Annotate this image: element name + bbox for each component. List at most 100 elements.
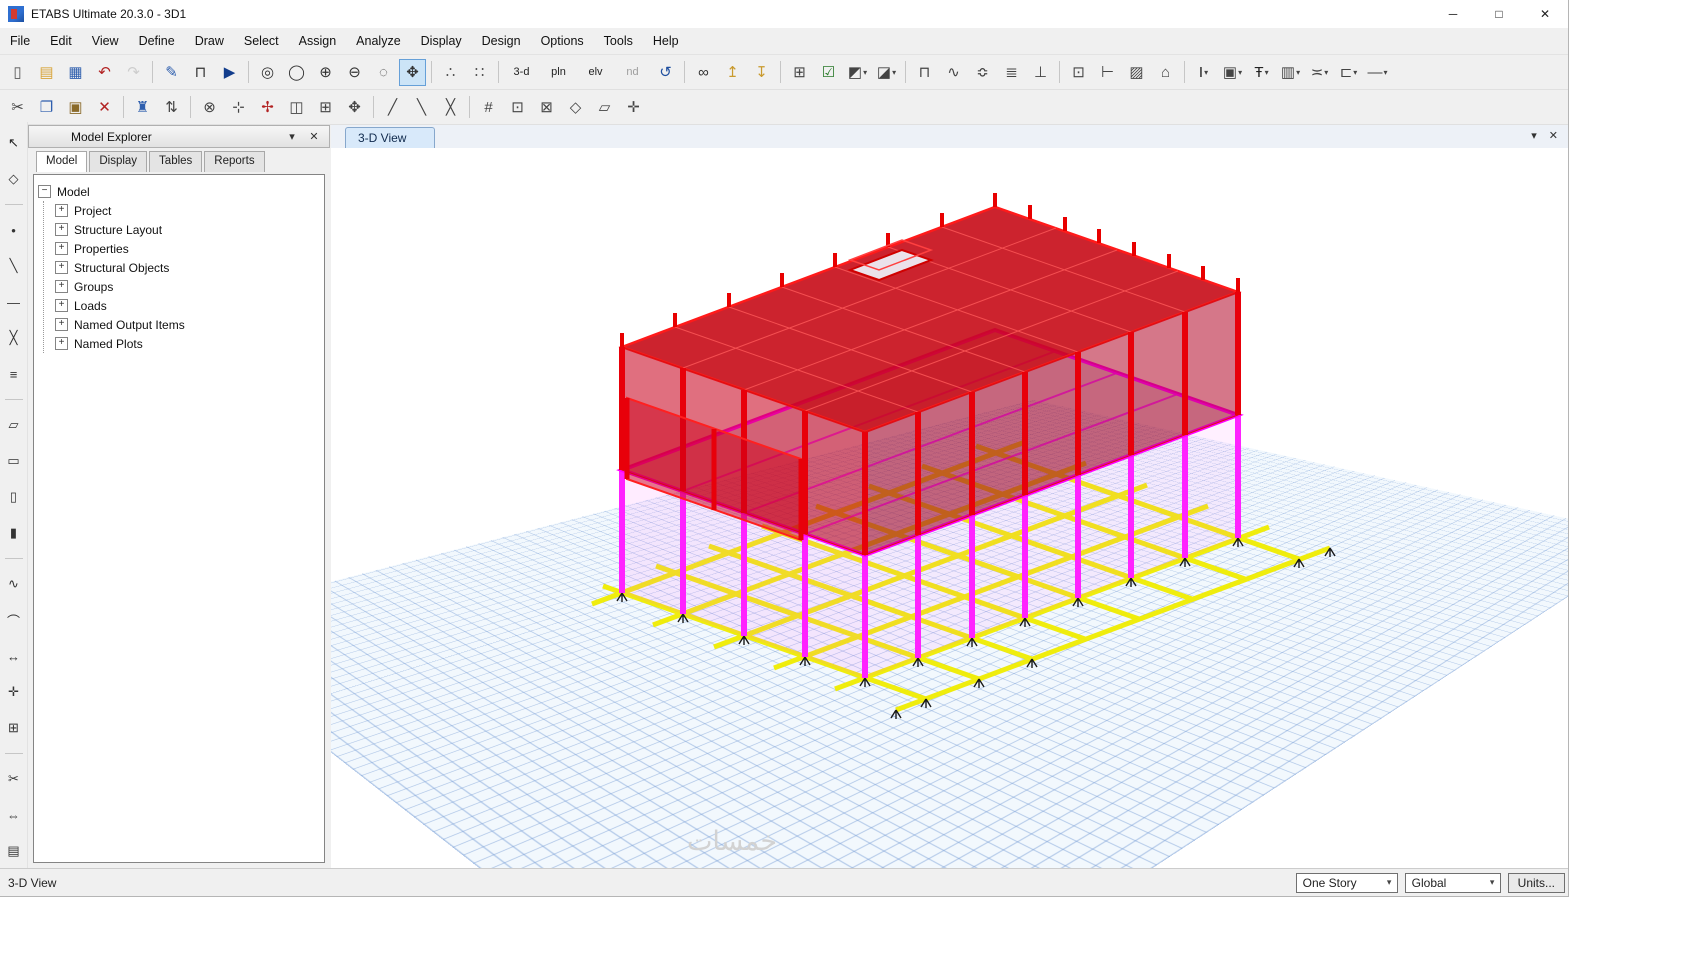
get-previous-selection-button[interactable]: ◩ ▾ bbox=[844, 59, 871, 86]
snap-to-points-button[interactable]: ∴ bbox=[437, 59, 464, 86]
expand-icon[interactable]: + bbox=[55, 261, 68, 274]
menu-draw[interactable]: Draw bbox=[185, 29, 234, 53]
tree-node-structural-objects[interactable]: + Structural Objects bbox=[55, 258, 320, 277]
offset-shells-button[interactable]: ▱ bbox=[591, 94, 618, 121]
tree-node-project[interactable]: + Project bbox=[55, 201, 320, 220]
menu-assign[interactable]: Assign bbox=[289, 29, 347, 53]
edit-grids-button[interactable]: ⊞ bbox=[312, 94, 339, 121]
view-list-chevron-icon[interactable]: ▾ bbox=[1531, 129, 1537, 142]
quick-draw-frame-button[interactable]: ― bbox=[2, 291, 26, 313]
chevron-down-icon[interactable]: ▾ bbox=[1382, 877, 1397, 888]
menu-help[interactable]: Help bbox=[643, 29, 689, 53]
pan-button[interactable]: ✥ bbox=[399, 58, 426, 86]
story-settings-button[interactable]: ⌂ bbox=[1152, 59, 1179, 86]
run-analysis-button[interactable]: ▶ bbox=[216, 59, 243, 86]
trim-frames-button[interactable]: ╲ bbox=[408, 94, 435, 121]
tree-node-named-plots[interactable]: + Named Plots bbox=[55, 334, 320, 353]
draw-section-cut-button[interactable]: ✂ bbox=[2, 768, 26, 790]
3d-viewport[interactable]: خمسات bbox=[331, 148, 1568, 868]
story-down-button[interactable]: ↧ bbox=[748, 59, 775, 86]
tab-tables[interactable]: Tables bbox=[149, 151, 203, 172]
expand-icon[interactable]: + bbox=[55, 280, 68, 293]
select-pointer-button[interactable]: ↖ bbox=[2, 132, 26, 154]
new-model-button[interactable]: ▯ bbox=[4, 59, 31, 86]
extend-frames-button[interactable]: ╱ bbox=[379, 94, 406, 121]
add-shell-edge-button[interactable]: ⊠ bbox=[533, 94, 560, 121]
collapse-expander-icon[interactable]: − bbox=[38, 185, 51, 198]
zoom-out-button[interactable]: ⊖ bbox=[341, 59, 368, 86]
quick-draw-wall-button[interactable]: ▮ bbox=[2, 522, 26, 544]
composite-column-design-caret-icon[interactable]: ▾ bbox=[1296, 68, 1300, 77]
replicate-button[interactable]: ◫ bbox=[283, 94, 310, 121]
move-objects-button[interactable]: ✥ bbox=[341, 94, 368, 121]
align-points-button[interactable]: ⊹ bbox=[225, 94, 252, 121]
view-3d-button[interactable]: 3-d bbox=[504, 59, 539, 86]
steel-frame-design-caret-icon[interactable]: ▾ bbox=[1204, 68, 1208, 77]
zoom-in-button[interactable]: ⊕ bbox=[312, 59, 339, 86]
section-cut-button[interactable]: ⊥ bbox=[1027, 59, 1054, 86]
show-stresses-button[interactable]: ≣ bbox=[998, 59, 1025, 86]
tab-model[interactable]: Model bbox=[36, 151, 88, 172]
tree-node-structure-layout[interactable]: + Structure Layout bbox=[55, 220, 320, 239]
view-close-icon[interactable]: ✕ bbox=[1549, 129, 1558, 142]
menu-design[interactable]: Design bbox=[472, 29, 531, 53]
menu-analyze[interactable]: Analyze bbox=[346, 29, 410, 53]
menu-tools[interactable]: Tools bbox=[594, 29, 643, 53]
shell-labels-button[interactable]: ▨ bbox=[1123, 59, 1150, 86]
draw-tendon-button[interactable]: ⌒ bbox=[2, 609, 26, 631]
quick-draw-floor-button[interactable]: ▭ bbox=[2, 450, 26, 472]
draw-reference-point-button[interactable]: ✛ bbox=[2, 681, 26, 703]
menu-define[interactable]: Define bbox=[129, 29, 185, 53]
draw-joint-button[interactable]: • bbox=[2, 219, 26, 241]
draw-frame-button[interactable]: ╲ bbox=[2, 255, 26, 277]
minimize-button[interactable]: ─ bbox=[1430, 0, 1476, 28]
snap-to-lines-button[interactable]: ∷ bbox=[466, 59, 493, 86]
story-mode-select[interactable]: One Story ▾ bbox=[1295, 872, 1398, 893]
tab-3d-view[interactable]: 3-D View bbox=[345, 127, 436, 148]
draw-cladding-button[interactable]: ▤ bbox=[2, 840, 26, 862]
rubber-band-zoom-button[interactable]: ◎ bbox=[254, 59, 281, 86]
quick-draw-braces-button[interactable]: ╳ bbox=[2, 327, 26, 349]
units-button[interactable]: Units... bbox=[1507, 872, 1565, 893]
concrete-frame-design-caret-icon[interactable]: ▾ bbox=[1238, 68, 1242, 77]
composite-column-design-button[interactable]: ▥ ▾ bbox=[1277, 59, 1304, 86]
open-model-button[interactable]: ▤ bbox=[33, 59, 60, 86]
tab-reports[interactable]: Reports bbox=[204, 151, 265, 172]
menu-view[interactable]: View bbox=[82, 29, 129, 53]
show-deformed-shape-button[interactable]: ∿ bbox=[940, 59, 967, 86]
view-plan-button[interactable]: pln bbox=[541, 59, 576, 86]
concrete-slab-design-button[interactable]: ― ▾ bbox=[1364, 59, 1391, 86]
shear-wall-design-button[interactable]: ⊏ ▾ bbox=[1335, 59, 1362, 86]
expand-icon[interactable]: + bbox=[55, 223, 68, 236]
edit-dimensions-button[interactable]: ✛ bbox=[620, 94, 647, 121]
edit-stories-button[interactable]: ⇅ bbox=[158, 94, 185, 121]
expand-icon[interactable]: + bbox=[55, 318, 68, 331]
tree-node-loads[interactable]: + Loads bbox=[55, 296, 320, 315]
tab-display[interactable]: Display bbox=[89, 151, 148, 172]
edit-pen-button[interactable]: ✎ bbox=[158, 59, 185, 86]
menu-file[interactable]: File bbox=[0, 29, 40, 53]
menu-edit[interactable]: Edit bbox=[40, 29, 82, 53]
paste-button[interactable]: ▣ bbox=[62, 94, 89, 121]
show-undeformed-shape-button[interactable]: ⊓ bbox=[911, 59, 938, 86]
draw-floor-button[interactable]: ▱ bbox=[2, 414, 26, 436]
menu-options[interactable]: Options bbox=[531, 29, 594, 53]
concrete-slab-design-caret-icon[interactable]: ▾ bbox=[1383, 68, 1387, 77]
save-model-button[interactable]: ▦ bbox=[62, 59, 89, 86]
shear-wall-design-caret-icon[interactable]: ▾ bbox=[1353, 68, 1357, 77]
tree-node-named-output-items[interactable]: + Named Output Items bbox=[55, 315, 320, 334]
show-model-explorer-button[interactable]: ♜ bbox=[129, 94, 156, 121]
clear-selection-button[interactable]: ◪ ▾ bbox=[873, 59, 900, 86]
menu-display[interactable]: Display bbox=[411, 29, 472, 53]
merge-shells-button[interactable]: ⊡ bbox=[504, 94, 531, 121]
get-previous-selection-caret-icon[interactable]: ▾ bbox=[863, 68, 867, 77]
expand-icon[interactable]: + bbox=[55, 242, 68, 255]
measure-button[interactable]: ⇔ bbox=[2, 804, 26, 826]
panel-menu-chevron-icon[interactable]: ▾ bbox=[285, 130, 299, 143]
chevron-down-icon[interactable]: ▾ bbox=[1485, 877, 1500, 888]
composite-beam-design-button[interactable]: Ŧ ▾ bbox=[1248, 59, 1275, 86]
cut-button[interactable]: ✂ bbox=[4, 94, 31, 121]
draw-dimension-line-button[interactable]: ↔ bbox=[2, 645, 26, 667]
rotate-3d-view-button[interactable]: ↺ bbox=[652, 59, 679, 86]
move-points-button[interactable]: ✢ bbox=[254, 94, 281, 121]
